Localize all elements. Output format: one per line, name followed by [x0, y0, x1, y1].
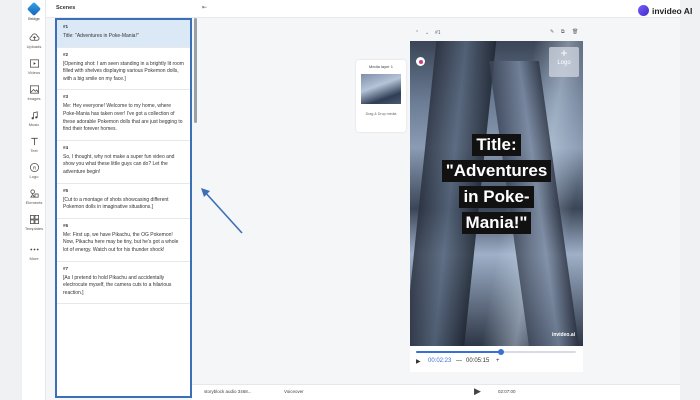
plus-icon: + — [560, 46, 568, 60]
seek-bar[interactable] — [416, 349, 576, 355]
media-thumbnail[interactable] — [361, 74, 401, 104]
scene-item[interactable]: #2 [Opening shot: I am seen standing in … — [57, 48, 190, 91]
scenes-header: Scenes ⇤ — [46, 0, 680, 18]
preview-toolbar: ⌃ ⌄ #1 ✎ ⧉ 🗑 — [415, 29, 585, 41]
scene-text[interactable]: [Opening shot: I am seen standing in a b… — [63, 61, 184, 84]
video-icon — [29, 59, 39, 68]
timeline-time: 02:07:00 — [498, 389, 516, 394]
audio-track-label[interactable]: storyblock audio 3468... — [204, 389, 252, 394]
scene-item[interactable]: #1 Title: "Adventures in Poke-Mania!" — [57, 20, 190, 48]
text-icon — [30, 137, 38, 146]
rail-item-label: Logo — [29, 174, 39, 179]
elements-icon — [29, 189, 39, 198]
play-icon[interactable]: ▶ — [474, 386, 481, 397]
scenes-scrollbar[interactable] — [194, 18, 197, 123]
caption-line: Title: — [472, 134, 521, 156]
scene-text[interactable]: Title: "Adventures in Poke-Mania!" — [63, 33, 184, 41]
seek-bar-handle[interactable] — [497, 349, 504, 355]
separator: — — [456, 358, 462, 364]
media-layer-title: Media layer 1 — [368, 64, 393, 69]
scene-number: #7 — [63, 265, 69, 271]
player-controls: ▶ 00:02:23 — 00:05:15 + — [410, 346, 583, 372]
scene-number: #2 — [63, 51, 69, 57]
edit-icon[interactable]: ✎ — [550, 29, 554, 35]
scene-text[interactable]: Me: Hey everyone! Welcome to my home, wh… — [63, 103, 184, 133]
rail-item-templates[interactable]: Templates — [22, 214, 46, 231]
scene-item[interactable]: #4 So, I thought, why not make a super f… — [57, 141, 190, 184]
scene-number: #4 — [63, 144, 69, 150]
voiceover-label[interactable]: Voiceover — [284, 389, 304, 394]
chevron-up-icon[interactable]: ⌃ — [415, 30, 419, 36]
upload-icon — [29, 33, 39, 41]
add-icon[interactable]: + — [496, 358, 500, 364]
brand-mark-icon — [638, 5, 649, 16]
caption-line: Mania!" — [461, 212, 532, 234]
music-icon — [31, 111, 38, 120]
delete-icon[interactable]: 🗑 — [572, 29, 578, 35]
rail-item-label: Templates — [24, 226, 44, 231]
rail-item-label: Uploads — [26, 44, 42, 49]
caption-line: "Adventures — [441, 160, 552, 182]
more-icon — [29, 248, 39, 251]
seek-bar-fill — [416, 351, 501, 353]
duplicate-icon[interactable]: ⧉ — [561, 29, 565, 35]
image-icon — [29, 85, 39, 94]
brand-name: invideo AI — [652, 6, 693, 16]
rail-item-label: More — [29, 256, 39, 261]
templates-icon — [29, 215, 39, 224]
bridge-logo[interactable]: Bridge — [26, 1, 42, 26]
rail-item-label: Images — [27, 96, 41, 101]
editor-window: Bridge Uploads Videos Images Music Text … — [22, 0, 692, 400]
rail-item-music[interactable]: Music — [22, 110, 46, 127]
rail-item-images[interactable]: Images — [22, 84, 46, 101]
scenes-list: #1 Title: "Adventures in Poke-Mania!" #2… — [55, 18, 192, 398]
scene-text[interactable]: Me: First up, we have Pikachu, the OG Po… — [63, 232, 184, 255]
logo-icon: R — [29, 163, 39, 172]
rail-item-text[interactable]: Text — [22, 136, 46, 153]
bridge-logo-label: Bridge — [28, 16, 40, 21]
rail-item-label: Music — [28, 122, 40, 127]
scene-item[interactable]: #5 [Cut to a montage of shots showcasing… — [57, 184, 190, 219]
record-icon[interactable] — [416, 57, 425, 66]
rail-item-logo[interactable]: R Logo — [22, 162, 46, 179]
scene-number: #6 — [63, 222, 69, 228]
collapse-icon[interactable]: ⇤ — [202, 4, 207, 11]
scene-item[interactable]: #3 Me: Hey everyone! Welcome to my home,… — [57, 90, 190, 141]
scene-number: #1 — [63, 24, 69, 29]
drag-drop-hint: Drag & Drop media — [365, 112, 397, 116]
annotation-arrow — [201, 188, 243, 234]
logo-placeholder[interactable]: + Logo — [549, 47, 579, 77]
scene-item[interactable]: #7 [As I pretend to hold Pikachu and acc… — [57, 262, 190, 305]
scene-text[interactable]: [As I pretend to hold Pikachu and accide… — [63, 275, 184, 298]
rail-item-elements[interactable]: Elements — [22, 188, 46, 205]
scene-text[interactable]: [Cut to a montage of shots showcasing di… — [63, 197, 184, 212]
scene-item[interactable]: #6 Me: First up, we have Pikachu, the OG… — [57, 219, 190, 262]
rail-item-more[interactable]: More — [22, 244, 46, 261]
media-layer-card[interactable]: Media layer 1 Drag & Drop media — [356, 60, 406, 132]
scene-number: #3 — [63, 94, 69, 100]
rail-item-videos[interactable]: Videos — [22, 58, 46, 75]
video-preview[interactable]: + Logo Title: "Adventures in Poke- Mania… — [410, 41, 583, 346]
scenes-title: Scenes — [56, 5, 76, 11]
watermark: invideo.ai — [551, 332, 575, 338]
rail-item-label: Elements — [25, 200, 43, 205]
rail-item-label: Text — [30, 148, 38, 153]
timeline-bar: storyblock audio 3468... Voiceover ▶ 02:… — [192, 384, 680, 400]
current-time: 00:02:23 — [428, 358, 452, 364]
logo-placeholder-label: Logo — [557, 60, 571, 66]
play-icon[interactable]: ▶ — [416, 358, 421, 365]
svg-text:R: R — [32, 165, 36, 170]
left-rail: Bridge Uploads Videos Images Music Text … — [22, 0, 46, 400]
rail-item-label: Videos — [27, 70, 41, 75]
bridge-logo-icon — [26, 1, 42, 17]
video-caption[interactable]: Title: "Adventures in Poke- Mania!" — [410, 132, 583, 236]
scene-number: #5 — [63, 187, 69, 193]
rail-item-uploads[interactable]: Uploads — [22, 32, 46, 49]
caption-line: in Poke- — [459, 186, 534, 208]
scene-text[interactable]: So, I thought, why not make a super fun … — [63, 154, 184, 177]
total-time: 00:05:15 — [466, 358, 490, 364]
scene-tag: #1 — [435, 30, 441, 36]
chevron-down-icon[interactable]: ⌄ — [425, 30, 429, 36]
